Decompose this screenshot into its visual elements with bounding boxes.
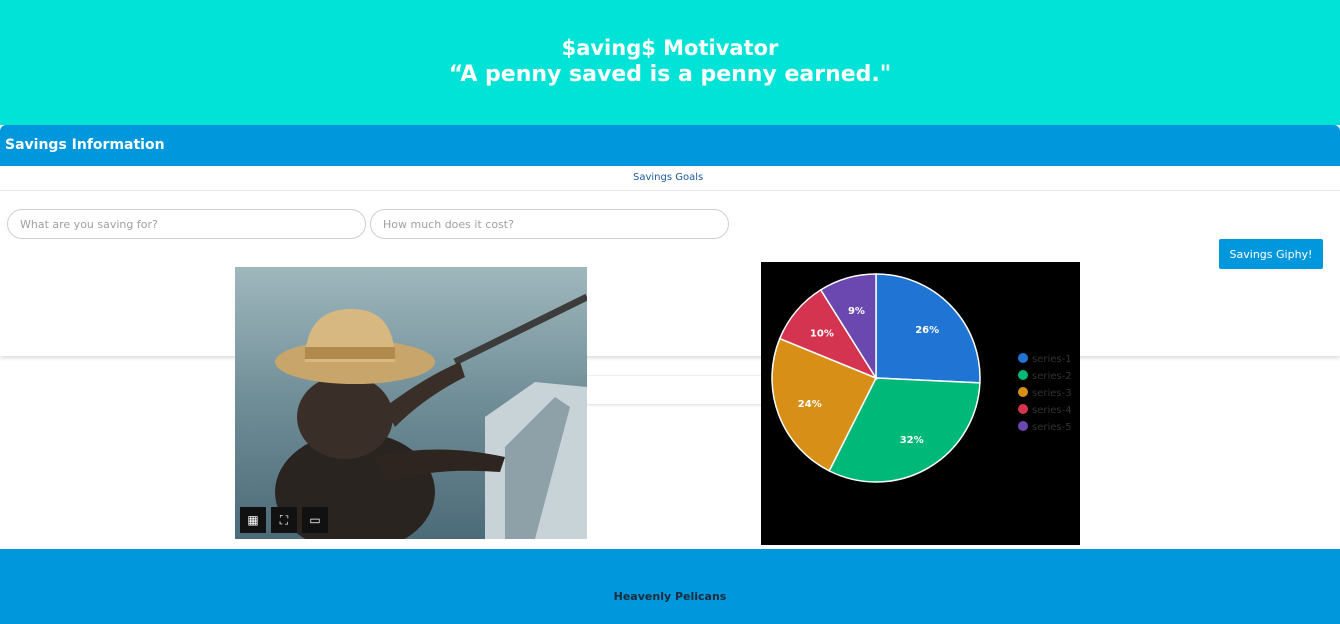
app-quote: “A penny saved is a penny earned.": [448, 62, 892, 87]
legend-marker-series-2[interactable]: [1018, 370, 1028, 380]
legend-marker-series-5[interactable]: [1018, 421, 1028, 431]
tab-savings-goals[interactable]: Savings Goals: [633, 172, 703, 183]
fullscreen-icon[interactable]: ⛶: [271, 507, 297, 533]
card-header: Savings Information: [0, 125, 1340, 166]
legend-label-series-5[interactable]: series-5: [1032, 422, 1072, 433]
pie-label-series-3: 24%: [798, 399, 822, 410]
legend-label-series-4[interactable]: series-4: [1032, 405, 1072, 416]
legend-label-series-2[interactable]: series-2: [1032, 371, 1072, 382]
legend-label-series-3[interactable]: series-3: [1032, 388, 1072, 399]
app-footer: Heavenly Pelicans: [0, 549, 1340, 624]
savings-card: Savings Information Savings Goals Saving…: [0, 125, 1340, 356]
app-title: $aving$ Motivator: [561, 36, 779, 60]
goal-input[interactable]: [7, 209, 366, 239]
cost-input[interactable]: [370, 209, 729, 239]
legend-label-series-1[interactable]: series-1: [1032, 354, 1072, 365]
savings-pie-chart: 26% 32% 24% 10% 9% series-1 series-2 series-3 se…: [761, 262, 1080, 545]
monkey-image: [235, 267, 587, 539]
pie-svg: 26% 32% 24% 10% 9% series-1 series-2 series-3 se…: [771, 273, 1072, 483]
tv-icon[interactable]: ▭: [302, 507, 328, 533]
card-title: Savings Information: [5, 137, 165, 153]
pie-label-series-2: 32%: [900, 435, 924, 446]
legend-marker-series-1[interactable]: [1018, 353, 1028, 363]
monkey-gif[interactable]: ▦ ⛶ ▭: [235, 267, 587, 539]
pie-label-series-1: 26%: [915, 325, 939, 336]
footer-text: Heavenly Pelicans: [613, 590, 727, 603]
pie-label-series-5: 9%: [848, 306, 865, 317]
legend-marker-series-4[interactable]: [1018, 404, 1028, 414]
legend-marker-series-3[interactable]: [1018, 387, 1028, 397]
tab-bar: Savings Goals: [0, 166, 1340, 191]
savings-giphy-button[interactable]: Savings Giphy!: [1219, 239, 1323, 269]
pie-label-series-4: 10%: [810, 328, 834, 339]
app-header: $aving$ Motivator “A penny saved is a pe…: [0, 0, 1340, 125]
divider: [587, 375, 761, 405]
grid-icon[interactable]: ▦: [240, 507, 266, 533]
